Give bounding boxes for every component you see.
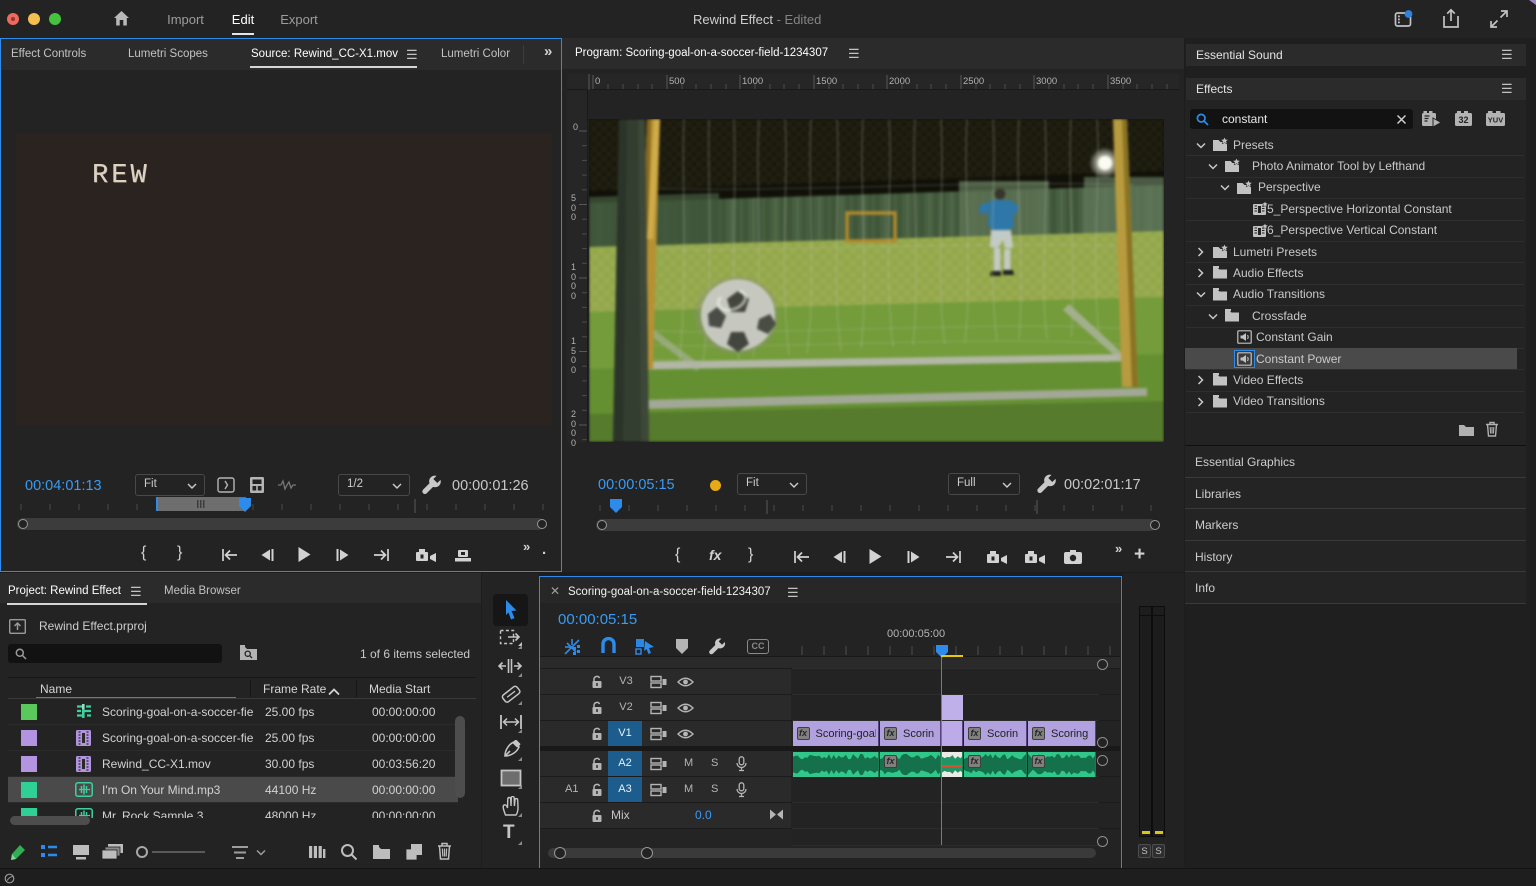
- svg-text:32: 32: [1458, 115, 1468, 125]
- svg-text:YUV: YUV: [1488, 116, 1503, 125]
